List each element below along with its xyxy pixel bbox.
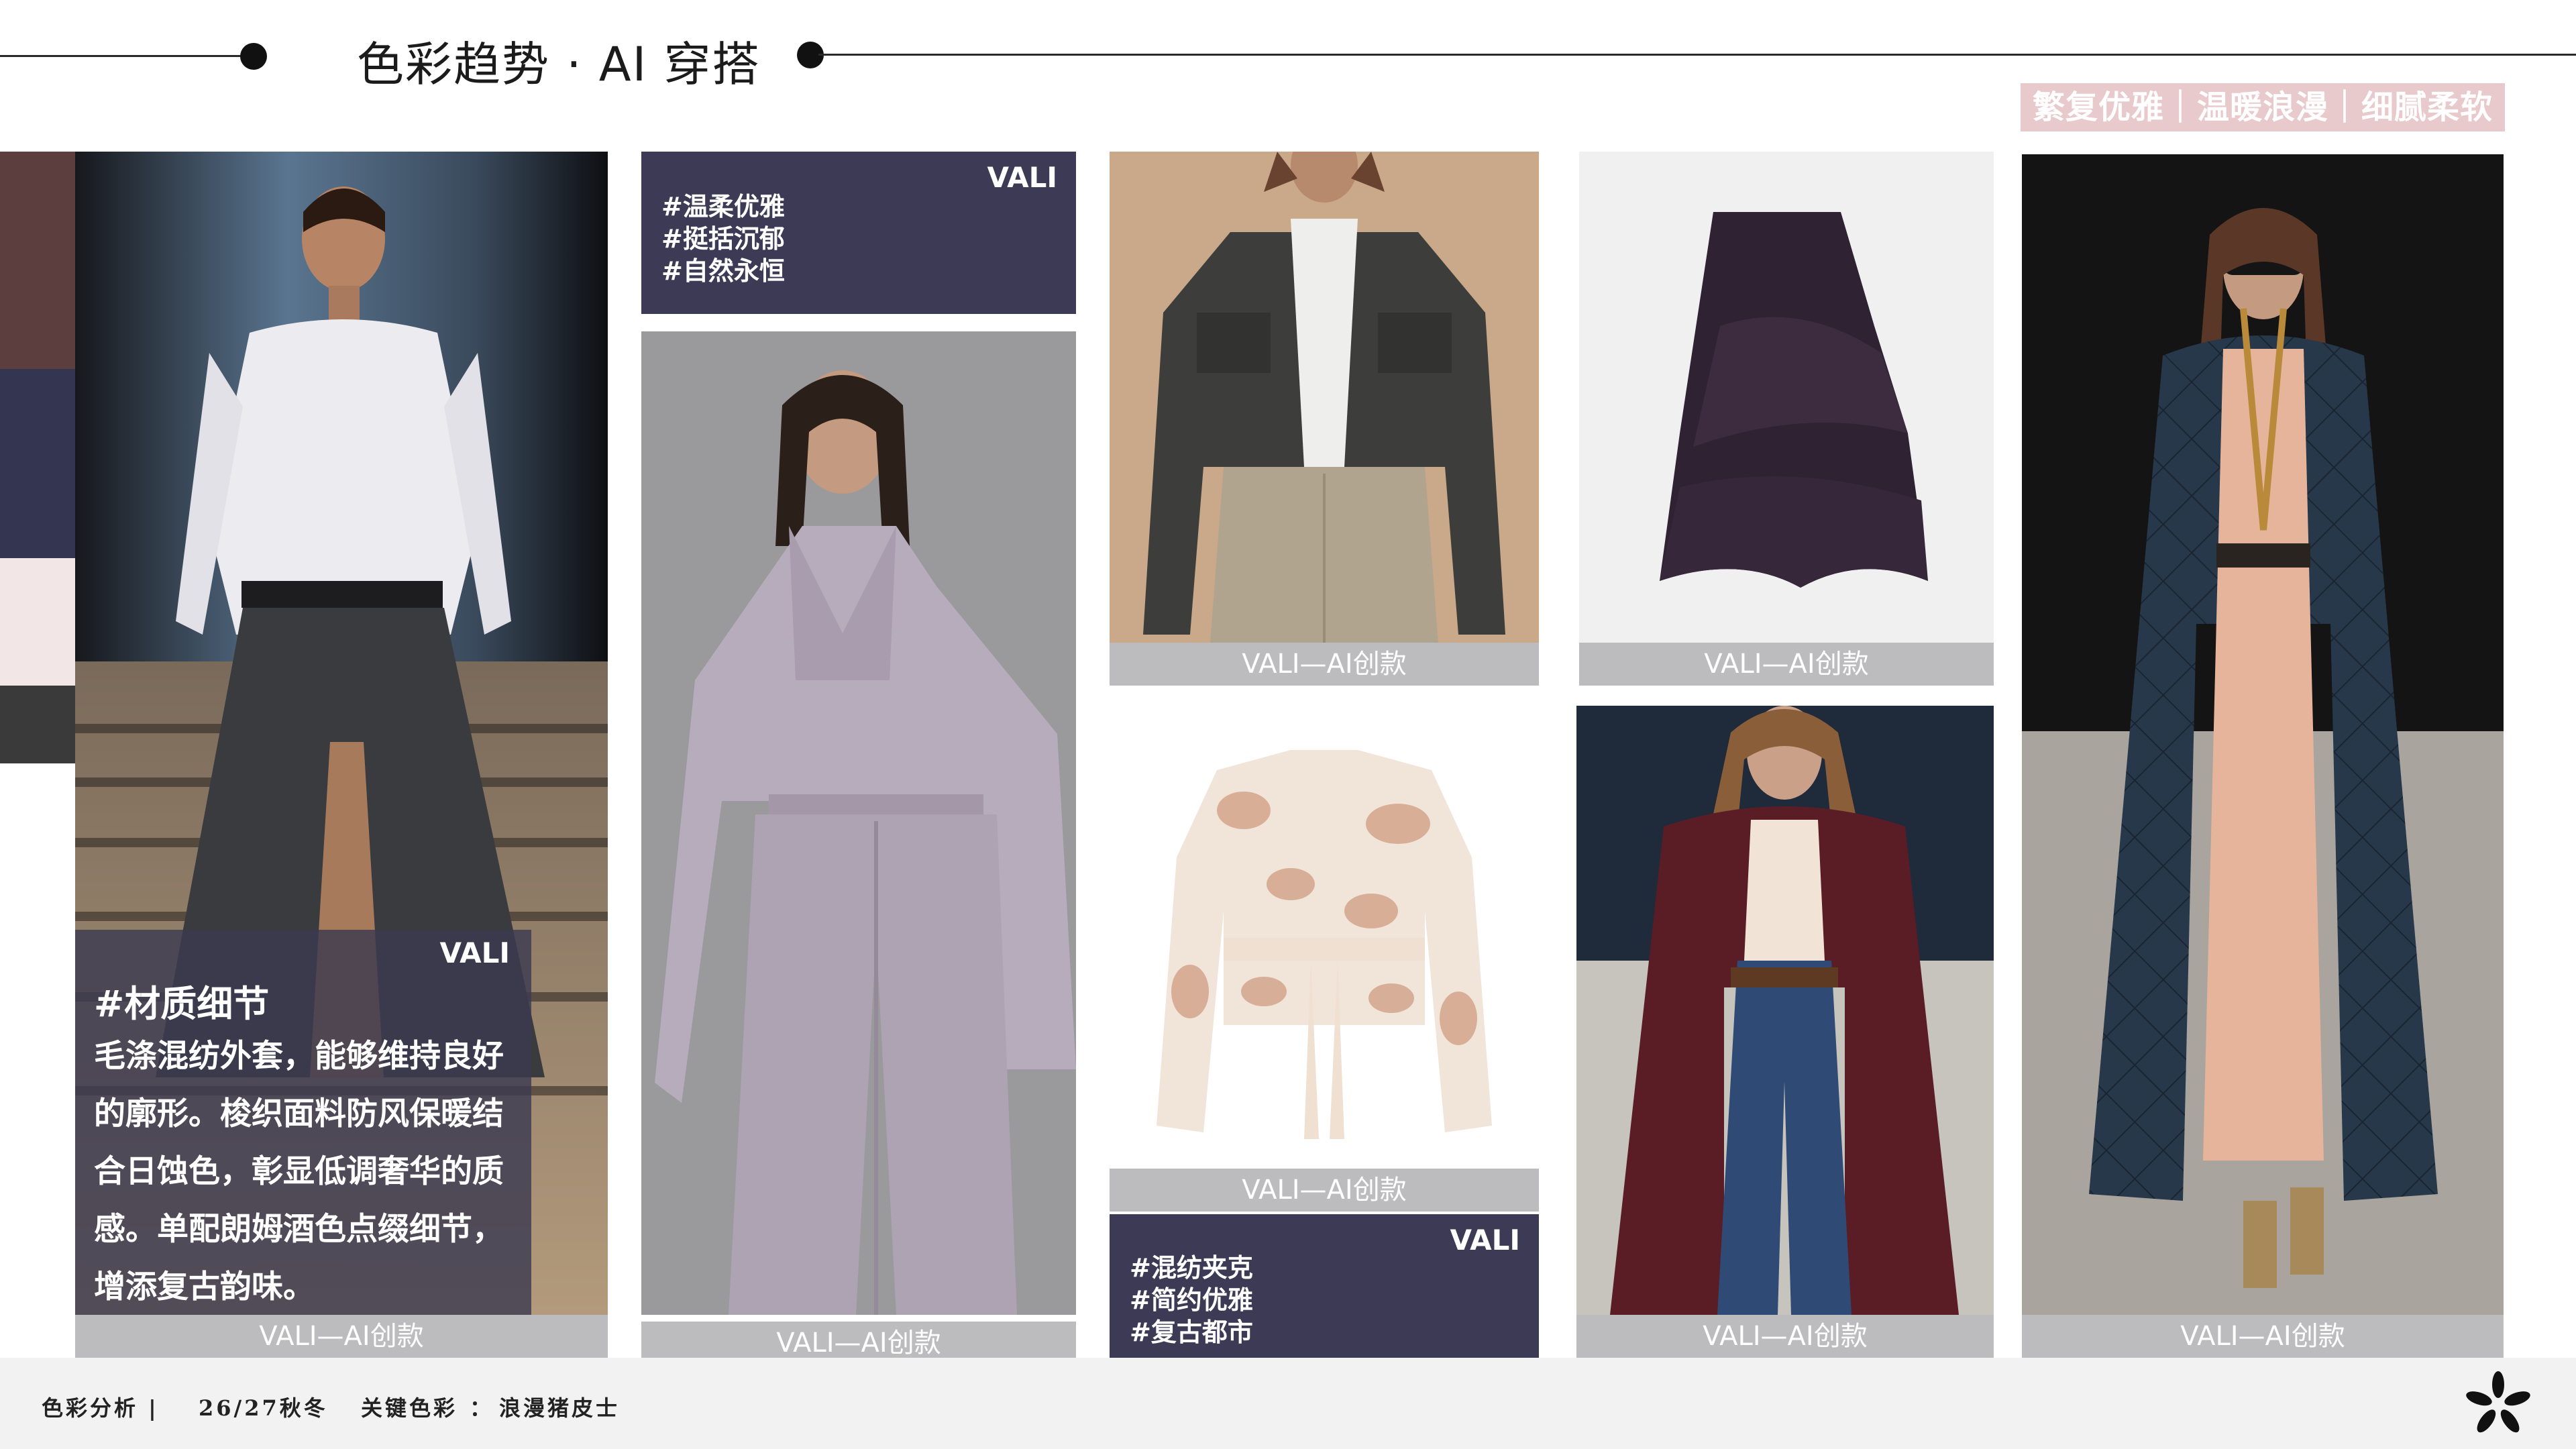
tag-1-2: #挺括沉郁 bbox=[661, 224, 785, 254]
palette-swatch-3 bbox=[0, 558, 75, 686]
tag-box-1-brand: VALI bbox=[987, 161, 1057, 194]
illustration-cream-jacket bbox=[1110, 710, 1539, 1169]
tag-box-2-tags: #混纺夹克 #简约优雅 #复古都市 bbox=[1130, 1252, 1253, 1348]
page-title: 色彩趋势 · AI 穿搭 bbox=[357, 37, 761, 92]
tag-2-1: #混纺夹克 bbox=[1130, 1253, 1253, 1283]
photo-quilted-coat bbox=[2022, 154, 2504, 1315]
tag-box-2-brand: VALI bbox=[1450, 1224, 1520, 1256]
overlay-body: 毛涤混纺外套，能够维持良好的廓形。梭织面料防风保暖结合日蚀色，彰显低调奢华的质感… bbox=[94, 1038, 504, 1305]
header-line-right bbox=[818, 54, 2576, 56]
caption-1: VALI—AI创款 bbox=[75, 1315, 608, 1358]
footer-topic: 关键色彩 bbox=[361, 1395, 458, 1421]
footer-season: 26/27秋冬 bbox=[199, 1395, 328, 1421]
palette-swatch-1 bbox=[0, 152, 75, 369]
tag-box-1-tags: #温柔优雅 #挺括沉郁 #自然永恒 bbox=[661, 191, 785, 287]
illustration-quilted-coat bbox=[2022, 154, 2504, 1315]
illustration-ruffle-skirt bbox=[1579, 152, 1994, 643]
keyword-badge: 繁复优雅｜温暖浪漫｜细腻柔软 bbox=[2021, 83, 2505, 131]
tag-box-1: VALI #温柔优雅 #挺括沉郁 #自然永恒 bbox=[641, 152, 1076, 314]
tag-box-2: VALI #混纺夹克 #简约优雅 #复古都市 bbox=[1110, 1214, 1539, 1358]
photo-cream-jacket bbox=[1110, 710, 1539, 1169]
illustration-lavender-trench bbox=[641, 331, 1076, 1315]
photo-burgundy-fur-coat bbox=[1576, 706, 1994, 1315]
palette-swatch-2 bbox=[0, 369, 75, 558]
photo-ruffle-skirt bbox=[1579, 152, 1994, 643]
illustration-grey-jacket bbox=[1110, 152, 1539, 643]
footer-color-name: 浪漫猪皮士 bbox=[499, 1395, 621, 1421]
material-detail-panel: VALI #材质细节 毛涤混纺外套，能够维持良好的廓形。梭织面料防风保暖结合日蚀… bbox=[75, 930, 531, 1315]
caption-3: VALI—AI创款 bbox=[1110, 643, 1539, 686]
caption-5: VALI—AI创款 bbox=[1110, 1169, 1539, 1212]
asterisk-logo-icon bbox=[2463, 1370, 2533, 1440]
tag-1-3: #自然永恒 bbox=[661, 256, 785, 286]
caption-6: VALI—AI创款 bbox=[1576, 1315, 1994, 1358]
caption-4: VALI—AI创款 bbox=[1579, 643, 1994, 686]
overlay-brand: VALI bbox=[439, 936, 510, 969]
footer-section: 色彩分析 | bbox=[42, 1395, 159, 1421]
illustration-burgundy-fur-coat bbox=[1576, 706, 1994, 1315]
footer-separator: ： bbox=[470, 1395, 494, 1421]
photo-lavender-trench bbox=[641, 331, 1076, 1315]
header-line-left bbox=[0, 55, 255, 57]
palette-swatch-4 bbox=[0, 686, 75, 763]
photo-grey-jacket bbox=[1110, 152, 1539, 643]
header-dot-left bbox=[240, 43, 267, 70]
overlay-heading: #材质细节 bbox=[94, 983, 270, 1025]
tag-1-1: #温柔优雅 bbox=[661, 192, 785, 221]
tag-2-3: #复古都市 bbox=[1130, 1318, 1253, 1347]
caption-7: VALI—AI创款 bbox=[2022, 1315, 2504, 1358]
tag-2-2: #简约优雅 bbox=[1130, 1285, 1253, 1315]
